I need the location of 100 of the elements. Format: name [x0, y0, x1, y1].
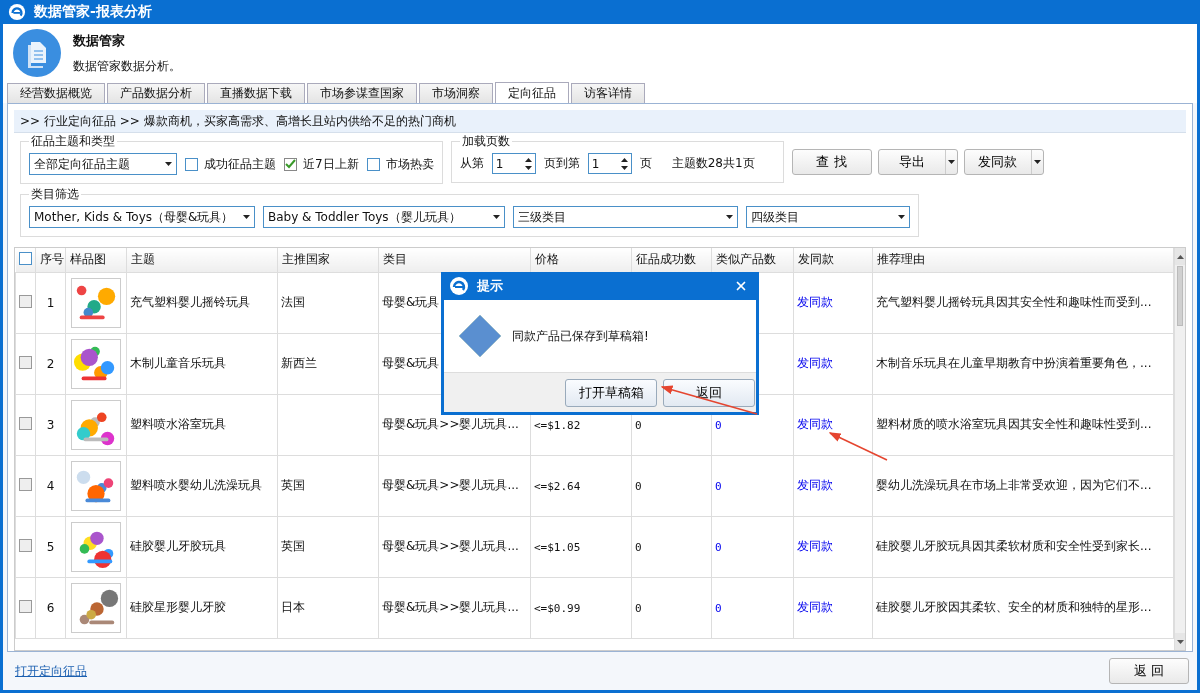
checkbox[interactable] — [366, 157, 380, 171]
table-cell: 母婴&玩具>>婴儿玩具... — [378, 516, 531, 577]
dialog-button[interactable]: 打开草稿箱 — [565, 378, 657, 407]
category-select[interactable]: Baby & Toddler Toys（婴儿玩具） — [263, 206, 505, 228]
spinner-arrows-icon[interactable] — [524, 157, 532, 170]
table-cell: 新西兰 — [277, 333, 379, 394]
caret-icon — [898, 215, 905, 219]
table-cell: 充气塑料婴儿摇铃玩具因其安全性和趣味性而受到... — [872, 272, 1174, 333]
from-page-field[interactable]: 1 — [491, 153, 536, 174]
tab[interactable]: 市场参谋查国家 — [307, 83, 417, 103]
category-select[interactable]: 三级类目 — [513, 206, 738, 228]
tab[interactable]: 市场洞察 — [419, 83, 493, 103]
category-select[interactable]: Mother, Kids & Toys（母婴&玩具） — [29, 206, 255, 228]
column-header: 发同款 — [793, 248, 873, 272]
caret-icon — [726, 215, 733, 219]
table-cell: 日本 — [277, 577, 379, 638]
checkbox[interactable] — [185, 157, 198, 171]
tab[interactable]: 访客详情 — [571, 83, 645, 103]
from-label: 从第 — [459, 155, 484, 172]
column-header: 价格 — [530, 248, 632, 272]
column-header: 样品图 — [65, 248, 127, 272]
tab[interactable]: 直播数据下载 — [207, 83, 305, 103]
action-link[interactable]: 发同款 — [797, 600, 833, 614]
count-text: 0 — [635, 479, 642, 493]
open-link[interactable]: 打开定向征品 — [15, 662, 87, 680]
action-link[interactable]: 发同款 — [797, 356, 833, 370]
caret-icon — [243, 215, 250, 219]
table-cell: 英国 — [277, 516, 379, 577]
table-cell: 2 — [35, 333, 66, 394]
table-cell: 3 — [35, 394, 66, 455]
table-cell: 英国 — [277, 455, 379, 516]
dialog-button[interactable]: 返回 — [663, 378, 755, 407]
column-header: 推荐理由 — [872, 248, 1174, 272]
table-cell: 婴幼儿洗澡玩具在市场上非常受欢迎，因为它们不... — [872, 455, 1174, 516]
to-page-field[interactable]: 1 — [587, 153, 632, 174]
action-link[interactable]: 发同款 — [797, 417, 833, 431]
action-link[interactable]: 发同款 — [797, 539, 833, 553]
spinner-arrows-icon[interactable] — [620, 157, 628, 170]
column-header: 类目 — [378, 248, 531, 272]
table-cell: 塑料材质的喷水浴室玩具因其安全性和趣味性受到... — [872, 394, 1174, 455]
checkbox-label: 近7日上新 — [303, 155, 359, 173]
tab[interactable]: 产品数据分析 — [107, 83, 205, 103]
action-link[interactable]: 发同款 — [797, 295, 833, 309]
logo-icon — [449, 276, 469, 296]
count-text: 0 — [715, 479, 722, 493]
count-text: 0 — [635, 418, 642, 432]
category-select[interactable]: 四级类目 — [746, 206, 910, 228]
back-button[interactable]: 返 回 — [1109, 658, 1189, 684]
price-text: <=$1.82 — [534, 418, 581, 432]
checkbox-label: 成功征品主题 — [204, 155, 276, 173]
price-text: <=$2.64 — [534, 479, 581, 493]
table-cell: 6 — [35, 577, 66, 638]
table-cell: 母婴&玩具>>婴儿玩具... — [378, 455, 531, 516]
price-text: <=$1.05 — [534, 540, 581, 554]
group-legend: 征品主题和类型 — [29, 133, 117, 150]
arrow-annotation — [828, 432, 888, 461]
app-title: 数据管家 — [73, 31, 126, 50]
caret-icon — [165, 162, 172, 166]
action-link[interactable]: 发同款 — [797, 478, 833, 492]
table-cell: 1 — [35, 272, 66, 333]
toolbar-button[interactable]: 发同款 — [963, 149, 1044, 175]
count-text: 0 — [635, 601, 642, 615]
count-text: 0 — [715, 418, 722, 432]
table-cell: 充气塑料婴儿摇铃玩具 — [126, 272, 278, 333]
page-summary: 主题数28共1页 — [671, 155, 755, 172]
table-cell: 硅胶星形婴儿牙胶 — [126, 577, 278, 638]
checkbox-label: 市场热卖 — [385, 155, 434, 173]
app-subtitle: 数据管家数据分析。 — [73, 57, 181, 75]
row-checkbox[interactable] — [19, 599, 32, 613]
dialog-title: 提示 — [477, 277, 504, 295]
checkbox[interactable] — [284, 157, 297, 171]
count-text: 0 — [715, 540, 722, 554]
tab[interactable]: 定向征品 — [495, 82, 569, 103]
tab[interactable]: 经营数据概览 — [7, 83, 105, 103]
toolbar-button[interactable]: 导出 — [877, 149, 958, 175]
toolbar-button[interactable]: 查 找 — [791, 149, 872, 175]
count-text: 0 — [635, 540, 642, 554]
scrollbar[interactable] — [1174, 248, 1185, 650]
close-icon[interactable] — [734, 279, 748, 293]
caret-icon — [493, 215, 500, 219]
column-header: 征品成功数 — [631, 248, 712, 272]
column-header: 序号 — [35, 248, 66, 272]
theme-select[interactable]: 全部定向征品主题 — [29, 153, 177, 175]
row-checkbox[interactable] — [19, 294, 32, 308]
row-checkbox[interactable] — [19, 538, 32, 552]
row-checkbox[interactable] — [19, 355, 32, 369]
table-cell: 5 — [35, 516, 66, 577]
scroll-down-icon[interactable] — [1176, 639, 1184, 644]
group-legend: 类目筛选 — [29, 186, 81, 203]
row-checkbox[interactable] — [19, 477, 32, 491]
price-text: <=$0.99 — [534, 601, 581, 615]
document-icon — [13, 29, 61, 77]
column-header: 主推国家 — [277, 248, 379, 272]
table-cell: 硅胶婴儿牙胶因其柔软、安全的材质和独特的星形... — [872, 577, 1174, 638]
row-checkbox[interactable] — [19, 416, 32, 430]
scroll-up-icon[interactable] — [1176, 254, 1184, 259]
table-cell: 木制音乐玩具在儿童早期教育中扮演着重要角色，... — [872, 333, 1174, 394]
table-cell: 硅胶婴儿牙胶玩具因其柔软材质和安全性受到家长... — [872, 516, 1174, 577]
select-all-checkbox[interactable] — [18, 251, 32, 265]
table-cell: 木制儿童音乐玩具 — [126, 333, 278, 394]
